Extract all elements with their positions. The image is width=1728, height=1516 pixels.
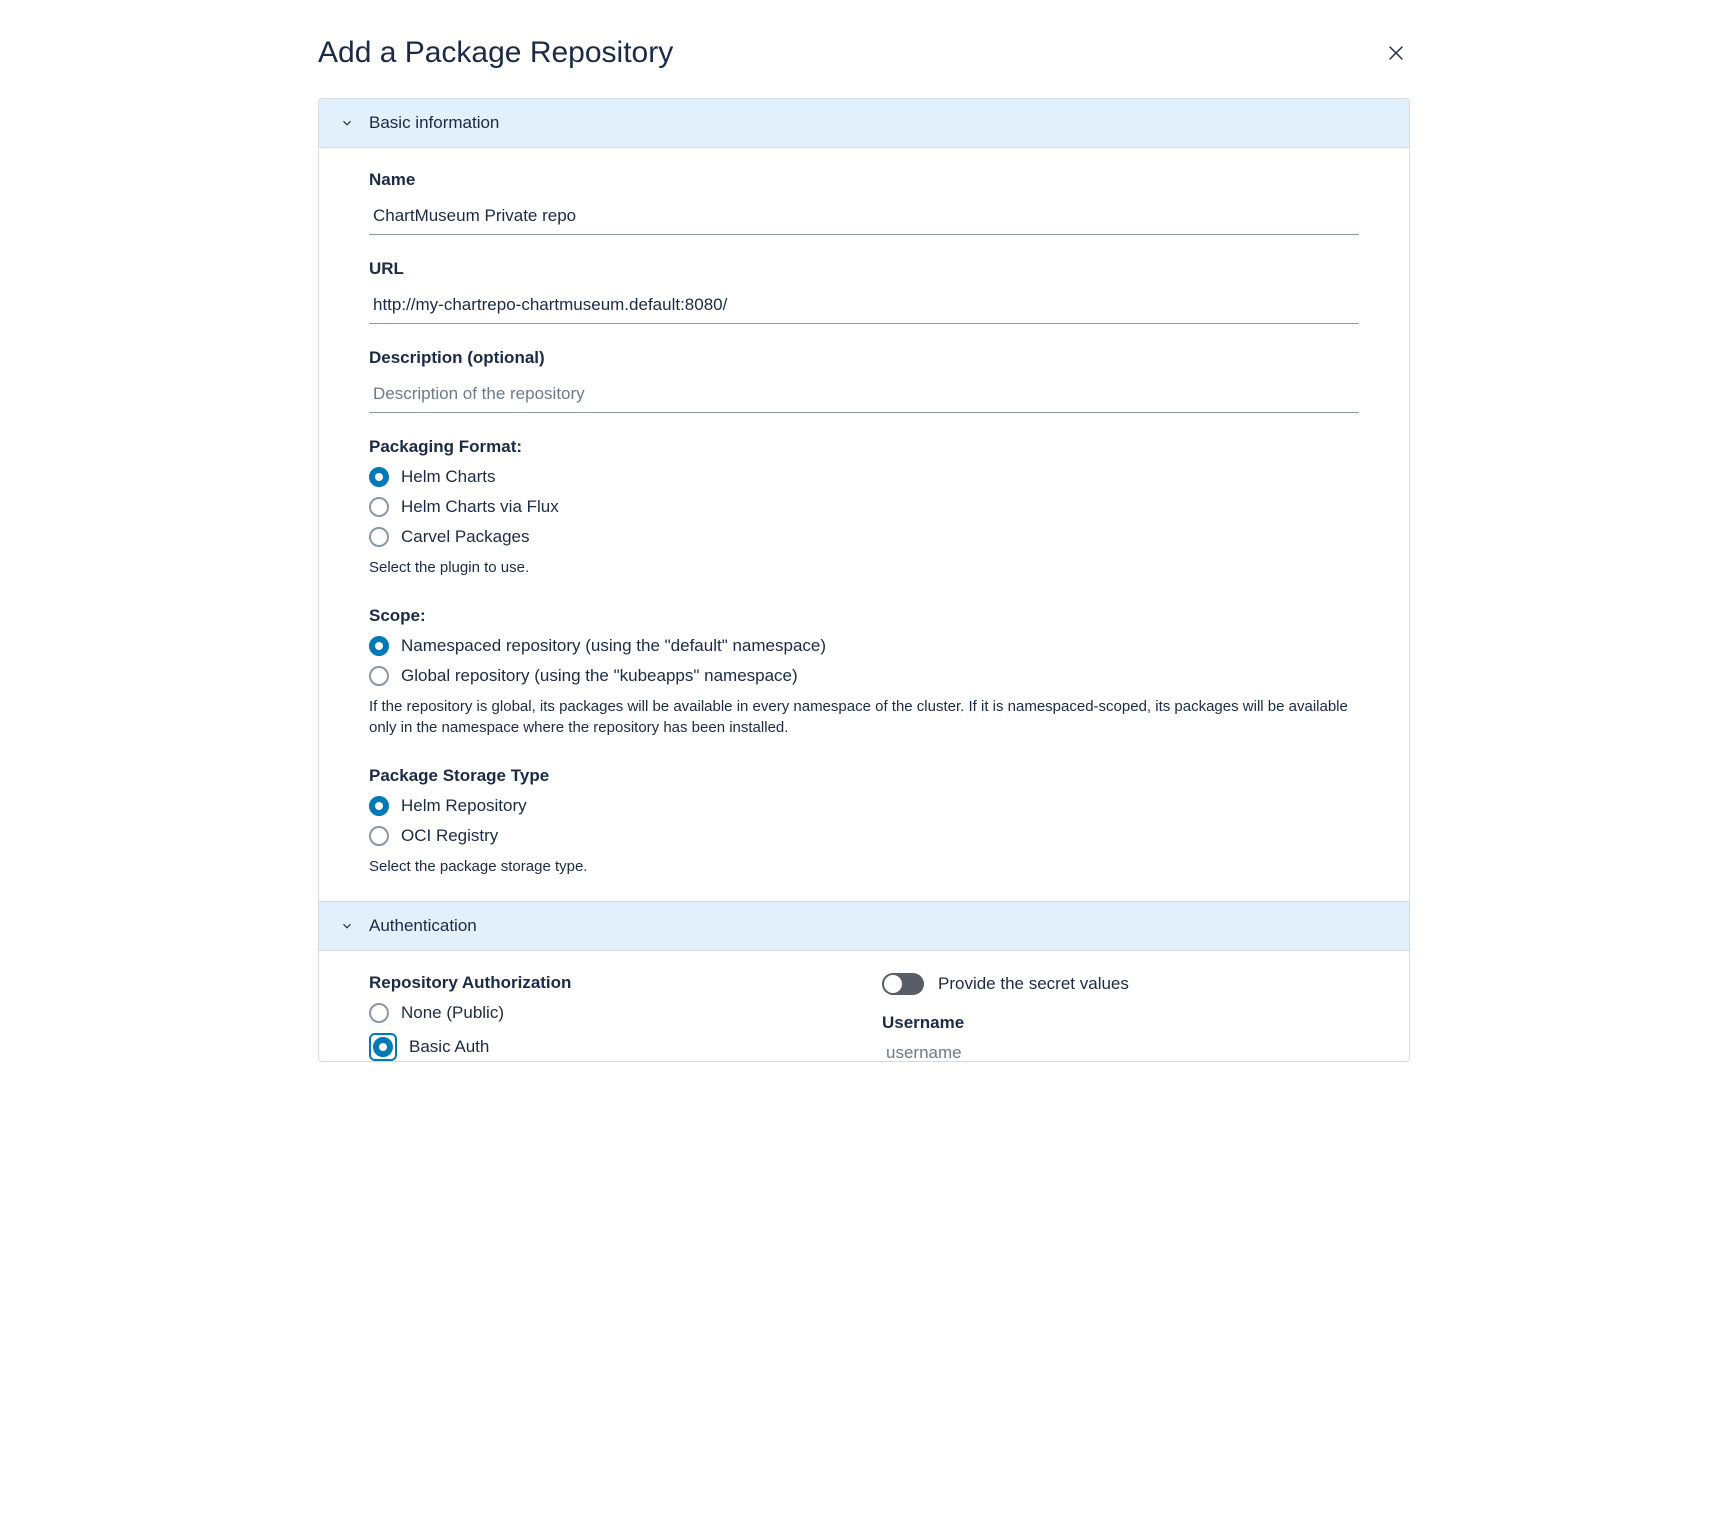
label-packaging-format: Packaging Format: — [369, 437, 1359, 457]
username-input[interactable]: username — [882, 1039, 1359, 1061]
field-name: Name — [369, 170, 1359, 235]
radio-basic-auth[interactable]: Basic Auth — [369, 1033, 846, 1061]
label-url: URL — [369, 259, 1359, 279]
label-scope: Scope: — [369, 606, 1359, 626]
label-name: Name — [369, 170, 1359, 190]
radio-global[interactable]: Global repository (using the "kubeapps" … — [369, 666, 1359, 686]
scope-helper: If the repository is global, its package… — [369, 696, 1359, 738]
radio-icon — [369, 826, 389, 846]
radio-label: None (Public) — [401, 1003, 504, 1023]
radio-icon — [369, 796, 389, 816]
chevron-down-icon — [339, 115, 355, 131]
scope-block: Scope: Namespaced repository (using the … — [369, 606, 1359, 738]
radio-helm-repository[interactable]: Helm Repository — [369, 796, 1359, 816]
label-storage-type: Package Storage Type — [369, 766, 1359, 786]
scope-radio-group: Namespaced repository (using the "defaul… — [369, 636, 1359, 686]
radio-label: Namespaced repository (using the "defaul… — [401, 636, 826, 656]
url-input[interactable] — [369, 287, 1359, 324]
auth-two-col: Repository Authorization None (Public) B… — [369, 973, 1359, 1061]
radio-namespaced[interactable]: Namespaced repository (using the "defaul… — [369, 636, 1359, 656]
radio-icon — [369, 666, 389, 686]
packaging-format-helper: Select the plugin to use. — [369, 557, 1359, 578]
auth-right-col: Provide the secret values Username usern… — [882, 973, 1359, 1061]
close-button[interactable] — [1382, 39, 1410, 67]
name-input[interactable] — [369, 198, 1359, 235]
radio-oci-registry[interactable]: OCI Registry — [369, 826, 1359, 846]
section-header-basic[interactable]: Basic information — [319, 99, 1409, 148]
packaging-format-radio-group: Helm Charts Helm Charts via Flux Carvel … — [369, 467, 1359, 547]
packaging-format-block: Packaging Format: Helm Charts Helm Chart… — [369, 437, 1359, 578]
auth-left-col: Repository Authorization None (Public) B… — [369, 973, 846, 1061]
add-package-repository-modal: Add a Package Repository Basic informati… — [282, 0, 1446, 1062]
radio-helm-charts[interactable]: Helm Charts — [369, 467, 1359, 487]
secret-toggle[interactable] — [882, 973, 924, 995]
radio-icon — [369, 467, 389, 487]
form-panel: Basic information Name URL Description (… — [318, 98, 1410, 1062]
secret-toggle-label: Provide the secret values — [938, 974, 1129, 994]
radio-label: OCI Registry — [401, 826, 498, 846]
secret-toggle-row: Provide the secret values — [882, 973, 1359, 995]
field-description: Description (optional) — [369, 348, 1359, 413]
close-icon — [1385, 42, 1407, 64]
radio-icon — [369, 497, 389, 517]
modal-title: Add a Package Repository — [318, 36, 673, 70]
section-title-auth: Authentication — [369, 916, 477, 936]
radio-label: Global repository (using the "kubeapps" … — [401, 666, 798, 686]
label-description: Description (optional) — [369, 348, 1359, 368]
radio-focus-ring — [369, 1033, 397, 1061]
label-repo-auth: Repository Authorization — [369, 973, 846, 993]
modal-header: Add a Package Repository — [282, 0, 1446, 98]
section-body-auth: Repository Authorization None (Public) B… — [319, 951, 1409, 1061]
description-input[interactable] — [369, 376, 1359, 413]
chevron-down-icon — [339, 918, 355, 934]
section-title-basic: Basic information — [369, 113, 499, 133]
radio-none-public[interactable]: None (Public) — [369, 1003, 846, 1023]
radio-icon — [369, 527, 389, 547]
storage-type-block: Package Storage Type Helm Repository OCI… — [369, 766, 1359, 877]
section-header-auth[interactable]: Authentication — [319, 901, 1409, 951]
radio-icon — [369, 636, 389, 656]
radio-label: Basic Auth — [409, 1037, 489, 1057]
radio-label: Carvel Packages — [401, 527, 530, 547]
radio-icon — [369, 1003, 389, 1023]
radio-carvel[interactable]: Carvel Packages — [369, 527, 1359, 547]
storage-type-radio-group: Helm Repository OCI Registry — [369, 796, 1359, 846]
storage-type-helper: Select the package storage type. — [369, 856, 1359, 877]
radio-label: Helm Charts via Flux — [401, 497, 559, 517]
field-url: URL — [369, 259, 1359, 324]
radio-helm-flux[interactable]: Helm Charts via Flux — [369, 497, 1359, 517]
section-body-basic: Name URL Description (optional) Packagin… — [319, 148, 1409, 901]
radio-label: Helm Charts — [401, 467, 495, 487]
radio-icon — [373, 1037, 393, 1057]
radio-label: Helm Repository — [401, 796, 527, 816]
label-username: Username — [882, 1013, 1359, 1033]
